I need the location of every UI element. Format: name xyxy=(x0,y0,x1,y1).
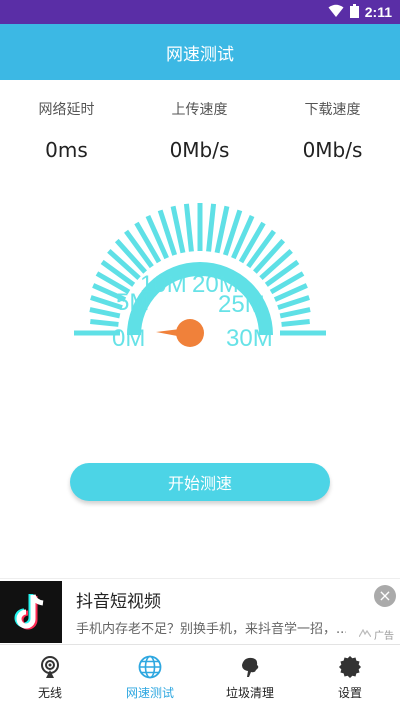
download-label: 下载速度 xyxy=(304,102,361,118)
ad-title: 抖音短视频 xyxy=(76,592,161,612)
ad-close-button[interactable]: × xyxy=(374,585,396,607)
tiktok-logo-icon xyxy=(0,581,62,643)
status-icons: 2:11 xyxy=(328,2,392,22)
gauge-tick-bar xyxy=(90,318,119,327)
ad-tag: 广告 xyxy=(358,627,394,642)
upload-value: 0Mb/s xyxy=(169,138,230,162)
speed-gauge-svg: 0M 5M 10M 20M 25M 30M xyxy=(74,203,326,352)
latency-label: 网络延时 xyxy=(38,102,95,118)
upload-label: 上传速度 xyxy=(171,102,228,118)
tab-wireless[interactable]: 无线 xyxy=(0,645,100,710)
gauge-label-0m: 0M xyxy=(112,325,145,352)
ad-tag-label: 广告 xyxy=(374,631,394,642)
gauge-tick-bar xyxy=(114,238,147,274)
battery-icon xyxy=(349,3,359,21)
speed-gauge: 0M 5M 10M 20M 25M 30M xyxy=(70,200,330,360)
ad-logo-mark-icon xyxy=(358,628,372,640)
tab-wireless-label: 无线 xyxy=(37,685,62,700)
upload-metric: 上传速度 0Mb/s xyxy=(133,96,266,162)
metrics-panel: 网络延时 0ms 上传速度 0Mb/s 下载速度 0Mb/s xyxy=(0,96,400,176)
page-title: 网速测试 xyxy=(166,44,234,65)
gauge-tick-bar xyxy=(253,238,286,274)
gauge-tick-bar xyxy=(246,229,276,269)
status-bar: 2:11 xyxy=(0,0,400,24)
start-test-button[interactable]: 开始测速 xyxy=(70,463,330,501)
tab-settings[interactable]: 设置 xyxy=(300,645,400,710)
gauge-tick-bar xyxy=(214,205,230,254)
gauge-tick-bar xyxy=(281,318,310,327)
gauge-label-10m: 10M xyxy=(140,271,187,298)
tab-speed-test[interactable]: 网速测试 xyxy=(100,645,200,710)
download-metric: 下载速度 0Mb/s xyxy=(266,96,399,162)
wifi-radar-icon xyxy=(41,655,59,678)
tab-cleanup[interactable]: 垃圾清理 xyxy=(200,645,300,710)
gauge-tick-bar xyxy=(279,307,311,319)
globe-icon xyxy=(138,655,162,678)
gauge-tick-bar xyxy=(206,203,217,252)
download-value: 0Mb/s xyxy=(302,138,363,162)
latency-value: 0ms xyxy=(45,138,88,162)
ad-description: 手机内存老不足？别换手机，来抖音学一招，... xyxy=(76,622,346,637)
gauge-tick-bar xyxy=(124,229,154,269)
tab-cleanup-label: 垃圾清理 xyxy=(225,685,274,700)
gauge-tick-bar xyxy=(259,249,293,280)
gauge-tick-bar xyxy=(277,295,310,311)
tab-speed-test-label: 网速测试 xyxy=(125,685,174,700)
gauge-label-30m: 30M xyxy=(226,325,273,352)
broom-icon xyxy=(242,657,259,677)
bottom-tab-bar: 无线 网速测试 垃圾清理 设置 xyxy=(0,644,400,710)
gauge-needle xyxy=(156,319,204,347)
gauge-tick-bar xyxy=(107,249,141,280)
wifi-signal-icon xyxy=(328,4,344,21)
gauge-label-25m: 25M xyxy=(218,291,265,318)
latency-metric: 网络延时 0ms xyxy=(0,96,133,162)
tab-settings-label: 设置 xyxy=(337,685,362,700)
ad-banner[interactable]: 抖音短视频 手机内存老不足？别换手机，来抖音学一招，... × 广告 xyxy=(0,578,400,643)
gauge-tick-bar xyxy=(183,203,194,252)
gauge-tick-bar xyxy=(170,205,186,254)
gear-icon xyxy=(339,655,361,678)
status-time: 2:11 xyxy=(364,4,392,20)
app-header: 网速测试 xyxy=(0,24,400,80)
